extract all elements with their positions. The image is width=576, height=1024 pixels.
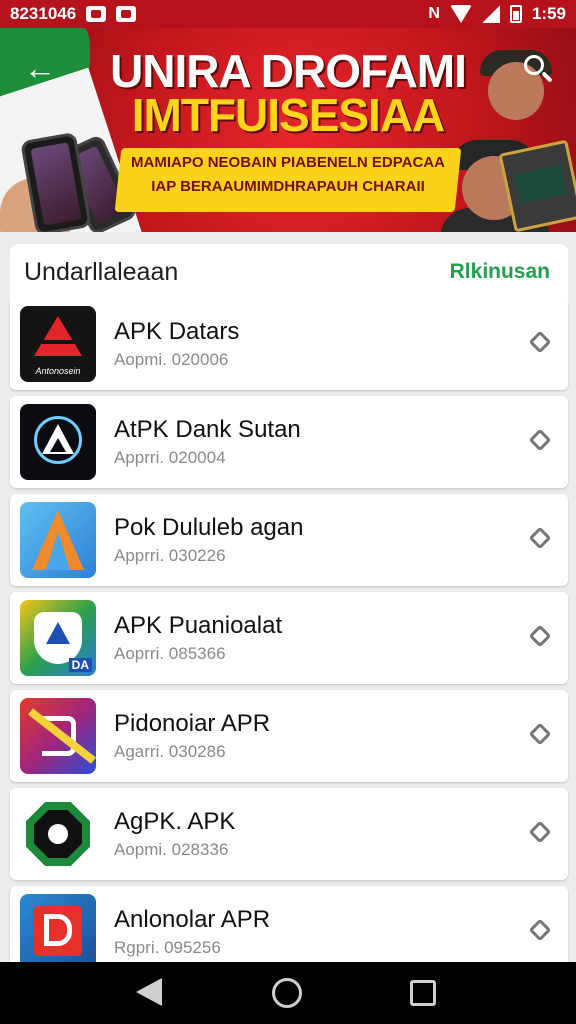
wifi-icon xyxy=(449,5,472,23)
app-version: Apprri. 020004 xyxy=(114,448,226,467)
promo-banner: UNIRA DROFAMI IMTFUISESIAA MAMIAPO NEOBA… xyxy=(0,28,576,232)
mute-icon: N xyxy=(428,5,440,22)
nav-recents-icon[interactable] xyxy=(410,980,436,1006)
red-triangle-icon: Antonosein xyxy=(20,306,96,382)
app-list-item[interactable]: Pok Dululeb agan Apprri. 030226 xyxy=(10,494,568,586)
app-list-item[interactable]: AtPK Dank Sutan Apprri. 020004 xyxy=(10,396,568,488)
section-header: Undarllaleaan Rlkinusan xyxy=(10,244,568,304)
app-name: Pidonoiar APR xyxy=(114,710,271,737)
nav-home-icon[interactable] xyxy=(272,978,302,1008)
blue-ring-triangle-icon xyxy=(20,404,96,480)
app-version: Agarri. 030286 xyxy=(114,742,226,761)
diamond-action-icon[interactable] xyxy=(528,330,552,354)
diamond-action-icon[interactable] xyxy=(528,722,552,746)
app-version: Aoprri. 085366 xyxy=(114,644,226,663)
notification-icon xyxy=(116,6,137,22)
diamond-action-icon[interactable] xyxy=(528,624,552,648)
banner-ribbon-line: MAMIAPO NEOBAIN PIABENELN EDPACAA xyxy=(131,154,445,171)
app-name: Anlonolar APR xyxy=(114,906,271,933)
nav-back-icon[interactable] xyxy=(136,978,162,1006)
back-button[interactable]: ← xyxy=(20,48,60,88)
app-list-item[interactable]: Antonosein APK Datars Aopmi. 020006 xyxy=(10,298,568,390)
app-name: Pok Dululeb agan xyxy=(114,514,304,541)
diamond-action-icon[interactable] xyxy=(528,918,552,942)
app-list-item[interactable]: DA APK Puanioalat Aoprri. 085366 xyxy=(10,592,568,684)
image-icon xyxy=(86,6,107,22)
app-version: Aopmi. 020006 xyxy=(114,350,229,369)
red-d-box-icon xyxy=(20,894,96,970)
app-version: Apprri. 030226 xyxy=(114,546,226,565)
banner-subtitle: IMTFUISESIAA xyxy=(131,89,446,141)
app-name: APK Datars xyxy=(114,318,240,345)
app-name: APK Puanioalat xyxy=(114,612,283,639)
section-link[interactable]: Rlkinusan xyxy=(450,260,550,284)
banner-ribbon-line: IAP BERAAUMIMDHRAPAUH CHARAII xyxy=(151,178,425,195)
app-version: Rgpri. 095256 xyxy=(114,938,221,957)
green-octagon-eye-icon xyxy=(20,796,96,872)
app-name: AgPK. APK xyxy=(114,808,236,835)
shield-triangle-icon: DA xyxy=(20,600,96,676)
diamond-action-icon[interactable] xyxy=(528,820,552,844)
search-button[interactable] xyxy=(518,50,558,90)
app-version: Aopmi. 028336 xyxy=(114,840,229,859)
navigation-bar xyxy=(0,962,576,1024)
app-list-item[interactable]: Pidonoiar APR Agarri. 030286 xyxy=(10,690,568,782)
status-bar: 8231046 N 1:59 xyxy=(0,0,576,28)
battery-icon xyxy=(509,5,522,23)
gradient-d-icon xyxy=(20,698,96,774)
signal-icon xyxy=(481,5,500,23)
search-icon xyxy=(524,55,544,75)
status-time: 1:59 xyxy=(531,4,566,23)
diamond-action-icon[interactable] xyxy=(528,428,552,452)
app-name: AtPK Dank Sutan xyxy=(114,416,301,443)
app-list-item[interactable]: AgPK. APK Aopmi. 028336 xyxy=(10,788,568,880)
arrow-left-icon: ← xyxy=(24,49,56,86)
orange-a-icon xyxy=(20,502,96,578)
diamond-action-icon[interactable] xyxy=(528,526,552,550)
status-left-text: 8231046 xyxy=(10,4,77,23)
section-title: Undarllaleaan xyxy=(24,258,179,286)
